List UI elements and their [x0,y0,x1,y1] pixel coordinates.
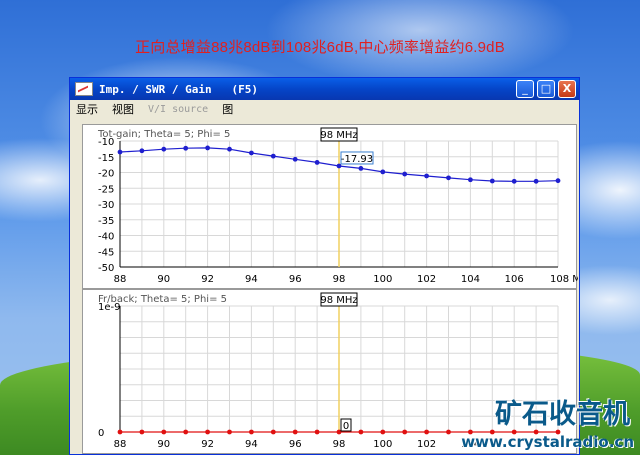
x-tick-label: 88 [114,274,127,285]
data-point [205,145,210,151]
close-button[interactable]: X [558,80,576,98]
y-tick-label: 1e-9 [98,302,121,313]
data-point [292,429,298,435]
data-point [402,429,408,435]
data-point [183,429,189,435]
data-point [489,178,495,184]
menu-graph[interactable]: 图 [222,101,233,117]
minimize-button[interactable]: _ [516,80,534,98]
data-point [468,177,473,183]
x-tick-label: 108 MHz [550,274,578,285]
data-point [249,429,254,435]
data-point [249,150,254,156]
x-tick-label: 90 [157,439,170,450]
headline-caption: 正向总增益88兆8dB到108兆6dB,中心频率增益约6.9dB [135,39,505,56]
cursor-label: 98 MHz [320,130,357,141]
data-point [358,166,364,171]
data-point [555,178,561,184]
y-tick-label: -15 [98,153,114,164]
gain-chart-panel: Tot-gain; Theta= 5; Phi= 5 -10 -15 -20 -25 -3… [82,124,578,289]
data-point [402,171,408,177]
gain-chart: Tot-gain; Theta= 5; Phi= 5-10 -15 -20 -25 -3… [97,127,578,285]
menu-vi-source: V/I source [148,103,209,115]
cursor-label: 98 MHz [320,295,357,306]
x-tick-label: 96 [289,439,302,450]
x-tick-label: 106 [505,274,524,285]
y-tick-label: -45 [98,247,114,258]
cursor-value-label: -17.93 [341,154,373,165]
title-bar[interactable]: Imp. / SWR / Gain (F5) _ □ X [70,78,579,100]
y-tick-label: -20 [98,169,114,180]
y-tick-label: -30 [98,200,114,211]
y-tick-label: 0 [98,428,104,439]
data-point [117,429,123,435]
app-icon [75,82,93,96]
data-point [270,153,276,159]
data-point [292,156,298,162]
data-point [446,429,451,435]
y-tick-label: -35 [98,216,114,227]
x-tick-label: 98 [333,439,346,450]
x-tick-label: 90 [157,274,170,285]
x-tick-label: 94 [245,439,258,450]
data-point [424,429,429,435]
data-point [358,429,364,435]
data-point [139,429,145,435]
window-title: Imp. / SWR / Gain (F5) [99,82,258,96]
y-tick-label: -10 [98,137,114,148]
x-tick-label: 96 [289,274,302,285]
data-point [205,429,210,435]
x-tick-label: 98 [333,274,346,285]
chart-title: Tot-gain; Theta= 5; Phi= 5 [97,129,230,140]
x-tick-label: 94 [245,274,258,285]
data-point [227,146,232,152]
data-point [314,429,320,435]
data-point [117,149,123,155]
data-point [380,429,386,435]
data-point [511,178,517,184]
y-tick-label: -50 [98,263,114,274]
watermark-brand: 矿石收音机 [495,399,630,430]
data-point [446,175,451,181]
menu-view[interactable]: 视图 [112,101,134,117]
maximize-button[interactable]: □ [537,80,555,98]
x-tick-label: 92 [201,274,214,285]
data-point [183,145,189,151]
data-point [314,160,320,165]
data-point [424,173,429,179]
data-point [270,429,276,435]
x-tick-label: 104 [461,274,480,285]
x-tick-label: 100 [373,274,392,285]
data-point [161,146,167,152]
y-tick-label: -25 [98,184,114,195]
data-point [139,148,145,154]
data-point [227,429,232,435]
x-tick-label: 92 [201,439,214,450]
watermark-url: www.crystalradio.cn [461,433,634,451]
menu-bar: 显示 视图 V/I source 图 [70,100,579,118]
data-point [380,169,386,175]
y-tick-label: -40 [98,232,114,243]
x-tick-label: 102 [417,439,436,450]
x-tick-label: 102 [417,274,436,285]
x-tick-label: 100 [373,439,392,450]
data-point [533,178,539,184]
cursor-value-label: 0 [343,421,349,432]
x-tick-label: 88 [114,439,127,450]
menu-display[interactable]: 显示 [76,101,98,117]
data-point [161,429,167,435]
